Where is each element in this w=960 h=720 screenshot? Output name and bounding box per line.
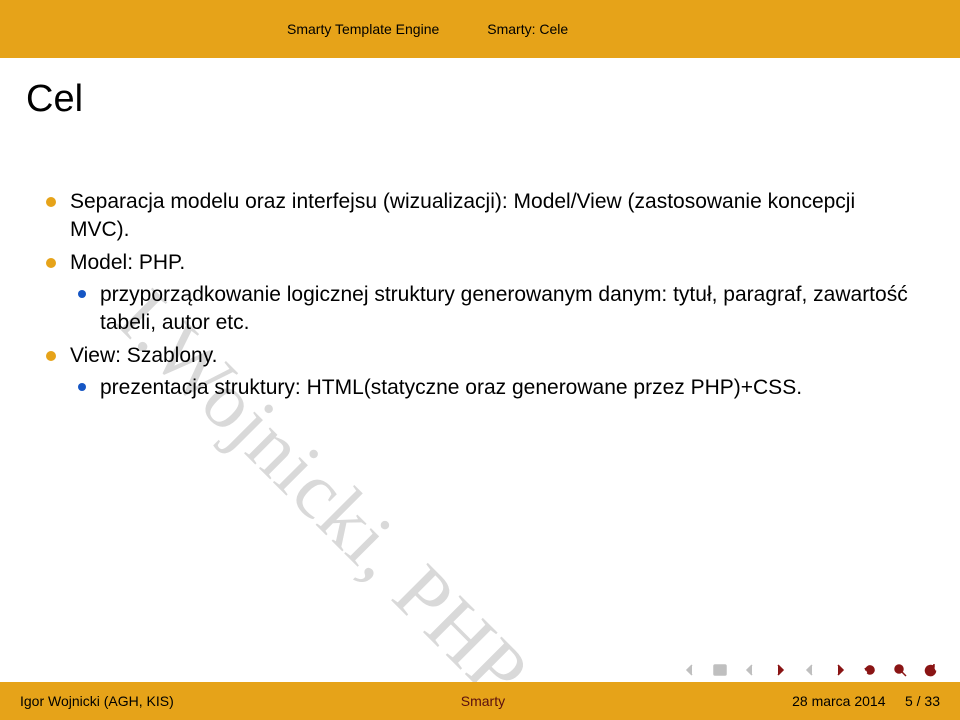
nav-prev-sub-icon[interactable] xyxy=(802,662,818,678)
slide: Smarty Template Engine Smarty: Cele Cel … xyxy=(0,0,960,720)
breadcrumb-subsection: Smarty: Cele xyxy=(487,21,568,37)
footer: Igor Wojnicki (AGH, KIS) Smarty 28 marca… xyxy=(0,682,960,720)
bullet-text: przyporządkowanie logicznej struktury ge… xyxy=(100,283,908,334)
bullet-text: prezentacja struktury: HTML(statyczne or… xyxy=(100,376,802,399)
nav-frame-icon[interactable] xyxy=(712,662,728,678)
list-item: View: Szablony. prezentacja struktury: H… xyxy=(40,342,920,403)
nav-next-section-icon[interactable] xyxy=(772,662,788,678)
header: Smarty Template Engine Smarty: Cele xyxy=(0,0,960,58)
bullet-text: Separacja modelu oraz interfejsu (wizual… xyxy=(70,190,855,241)
breadcrumb-section: Smarty Template Engine xyxy=(287,21,439,37)
bullet-text: View: Szablony. xyxy=(70,344,217,367)
content: I.Wojnicki, PHP Separacja modelu oraz in… xyxy=(40,188,920,406)
nav-search-icon[interactable] xyxy=(892,662,908,678)
bullet-text: Model: PHP. xyxy=(70,251,185,274)
list-item: prezentacja struktury: HTML(statyczne or… xyxy=(70,374,920,402)
list-item: przyporządkowanie logicznej struktury ge… xyxy=(70,281,920,338)
sub-bullet-list: przyporządkowanie logicznej struktury ge… xyxy=(70,281,920,338)
nav-undo-icon[interactable] xyxy=(862,662,878,678)
footer-page: 5 / 33 xyxy=(905,693,940,709)
nav-prev-section-icon[interactable] xyxy=(742,662,758,678)
sub-bullet-list: prezentacja struktury: HTML(statyczne or… xyxy=(70,374,920,402)
nav-refresh-icon[interactable] xyxy=(922,662,938,678)
title-block: Cel xyxy=(0,58,960,121)
list-item: Model: PHP. przyporządkowanie logicznej … xyxy=(40,249,920,338)
nav-next-sub-icon[interactable] xyxy=(832,662,848,678)
content-wrap: Separacja modelu oraz interfejsu (wizual… xyxy=(40,188,920,402)
footer-right: 28 marca 2014 5 / 33 xyxy=(792,693,940,709)
nav-controls xyxy=(682,662,938,678)
nav-prev-slide-icon[interactable] xyxy=(682,662,698,678)
list-item: Separacja modelu oraz interfejsu (wizual… xyxy=(40,188,920,245)
page-title: Cel xyxy=(26,78,934,121)
footer-date: 28 marca 2014 xyxy=(792,693,885,709)
footer-author: Igor Wojnicki (AGH, KIS) xyxy=(20,693,174,709)
bullet-list: Separacja modelu oraz interfejsu (wizual… xyxy=(40,188,920,402)
footer-title: Smarty xyxy=(174,693,792,709)
